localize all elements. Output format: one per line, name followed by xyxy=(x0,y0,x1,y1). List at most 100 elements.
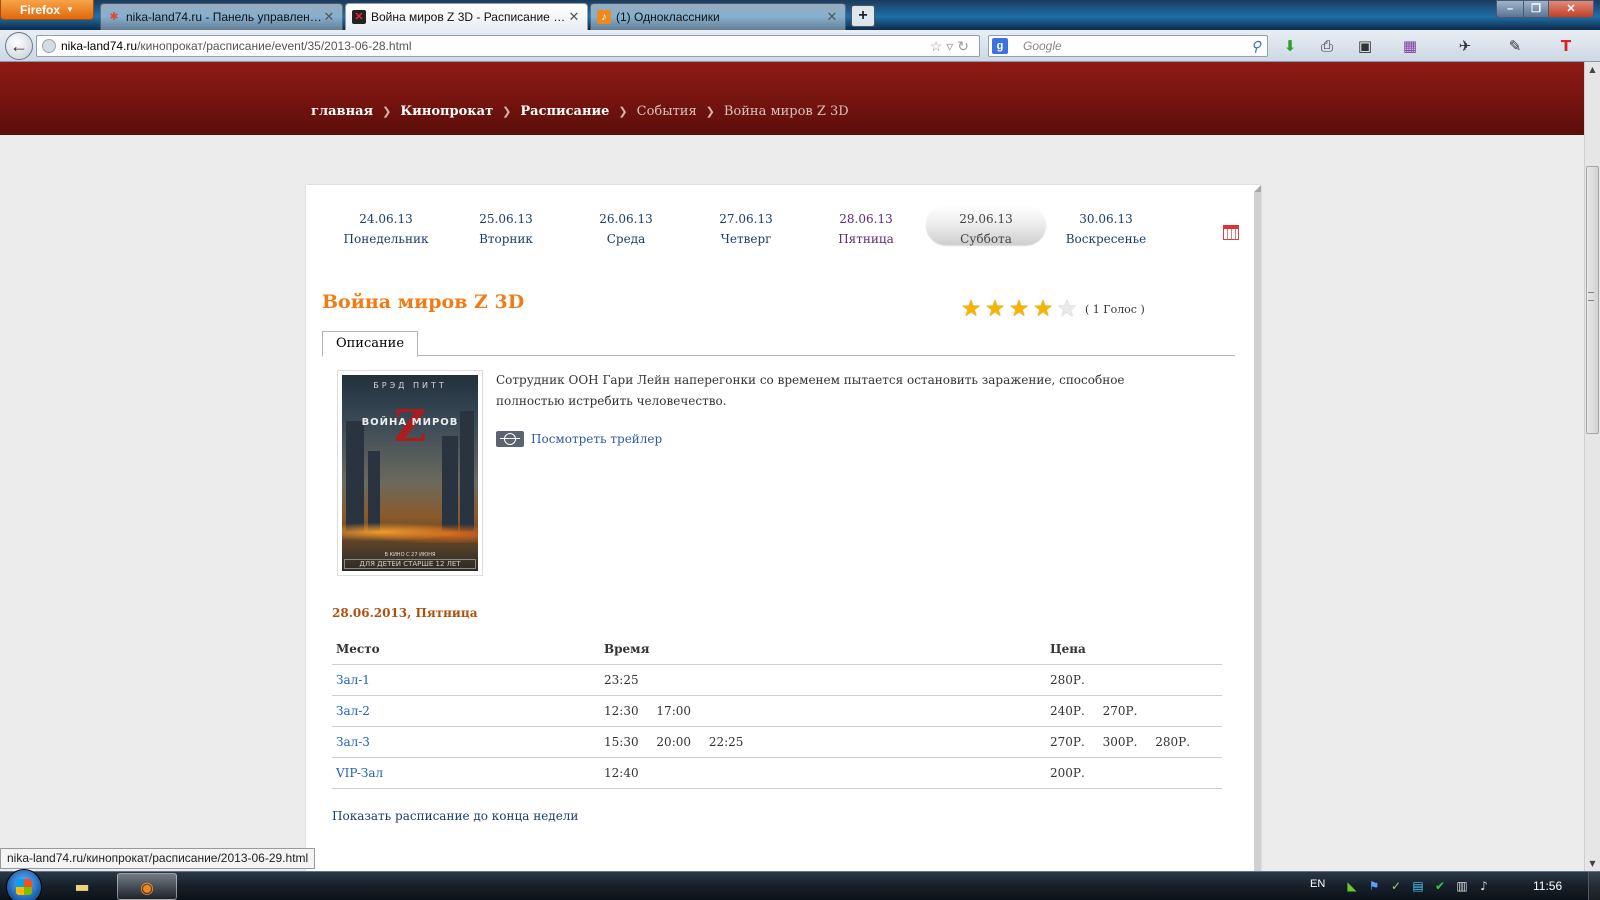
google-icon[interactable]: g xyxy=(992,38,1008,54)
addon-t-icon[interactable]: T xyxy=(1556,36,1576,56)
display-icon[interactable]: ▤ xyxy=(1411,879,1425,893)
day-date: 28.06.13 xyxy=(839,212,893,226)
poster-actor: БРЭД ПИТТ xyxy=(373,381,447,390)
site-identity-icon[interactable] xyxy=(42,39,56,53)
breadcrumb-home[interactable]: главная xyxy=(311,104,373,119)
hall-link[interactable]: Зал-3 xyxy=(336,735,370,749)
status-bar-url: nika-land74.ru/кинопрокат/расписание/201… xyxy=(0,848,316,869)
breadcrumb-events[interactable]: События xyxy=(637,104,697,119)
tab-description[interactable]: Описание xyxy=(322,331,418,357)
day-friday[interactable]: 28.06.13 Пятница xyxy=(806,205,926,246)
volume-icon[interactable]: ♪ xyxy=(1477,879,1491,893)
maximize-button[interactable]: ❐ xyxy=(1523,0,1549,18)
new-tab-button[interactable]: + xyxy=(851,5,875,27)
system-clock[interactable]: 11:56 xyxy=(1533,879,1562,893)
download-icon[interactable]: ⬇ xyxy=(1280,36,1300,56)
day-name: Вторник xyxy=(479,232,533,246)
star-filled-icon[interactable]: ★ xyxy=(1031,297,1055,321)
firefox-menu-label: Firefox xyxy=(20,2,61,17)
nvidia-icon[interactable]: ◣ xyxy=(1345,879,1359,893)
close-icon[interactable]: ✕ xyxy=(567,9,581,25)
poster-age-rating: ДЛЯ ДЕТЕЙ СТАРШЕ 12 ЛЕТ xyxy=(344,559,476,569)
hall-link[interactable]: Зал-1 xyxy=(336,673,370,687)
explorer-folder-icon[interactable]: ▬ xyxy=(52,873,112,900)
star-filled-icon[interactable]: ★ xyxy=(983,297,1007,321)
firefox-taskbar-icon[interactable]: ◉ xyxy=(117,873,177,900)
close-icon[interactable]: ✕ xyxy=(825,9,839,25)
movie-title: Война миров Z 3D xyxy=(322,291,525,313)
print-icon[interactable]: ⎙ xyxy=(1317,36,1337,56)
trailer-row[interactable]: Посмотреть трейлер xyxy=(496,431,662,447)
day-date: 30.06.13 xyxy=(1079,212,1133,226)
showtime: 12:30 xyxy=(604,703,639,718)
addon-satellite-icon[interactable]: ✈ xyxy=(1455,36,1475,56)
address-bar[interactable]: nika-land74.ru/кинопрокат/расписание/eve… xyxy=(36,35,980,57)
trailer-link[interactable]: Посмотреть трейлер xyxy=(531,432,662,446)
showtime: 20:00 xyxy=(656,734,692,749)
price: 270Р. xyxy=(1050,734,1085,749)
showtime: 12:40 xyxy=(604,765,639,780)
addon-grid-icon[interactable]: ▦ xyxy=(1400,36,1420,56)
content-panel: 24.06.13 Понедельник 25.06.13 Вторник 26… xyxy=(306,185,1261,871)
scroll-down-arrow-icon[interactable]: ▼ xyxy=(1585,856,1600,871)
breadcrumb-kinoprokat[interactable]: Кинопрокат xyxy=(400,104,493,119)
hall-link[interactable]: Зал-2 xyxy=(336,704,370,718)
search-input[interactable]: g Google ⚲ xyxy=(988,35,1268,57)
star-filled-icon[interactable]: ★ xyxy=(959,297,983,321)
url-host: nika-land74.ru xyxy=(61,39,138,53)
star-empty-icon[interactable]: ★ xyxy=(1055,297,1079,321)
day-saturday[interactable]: 29.06.13 Суббота xyxy=(926,205,1046,246)
poster-title: ВОЙНА МИРОВ xyxy=(361,417,459,428)
back-button[interactable]: ← xyxy=(5,32,33,60)
page-scrollbar[interactable]: ▲ ▼ xyxy=(1584,62,1600,871)
column-header-price: Цена xyxy=(1046,634,1222,665)
bookmark-star-icon[interactable]: ☆▿↻ xyxy=(930,36,973,56)
day-monday[interactable]: 24.06.13 Понедельник xyxy=(326,205,446,246)
windows-logo-icon xyxy=(16,879,32,895)
chevron-right-icon: ❯ xyxy=(705,105,715,118)
showtime: 17:00 xyxy=(656,703,692,718)
film-reel-icon[interactable] xyxy=(496,431,524,447)
day-date: 25.06.13 xyxy=(479,212,533,226)
close-icon[interactable]: ✕ xyxy=(322,9,336,25)
show-week-schedule-link[interactable]: Показать расписание до конца недели xyxy=(332,809,578,823)
day-tuesday[interactable]: 25.06.13 Вторник xyxy=(446,205,566,246)
poster-image: БРЭД ПИТТ Z ВОЙНА МИРОВ В КИНО С 27 ИЮНЯ… xyxy=(342,375,478,571)
show-desktop-button[interactable] xyxy=(1588,872,1600,900)
start-button[interactable] xyxy=(6,869,42,900)
day-thursday[interactable]: 27.06.13 Четверг xyxy=(686,205,806,246)
calendar-icon[interactable] xyxy=(1223,225,1239,240)
movie-poster: БРЭД ПИТТ Z ВОЙНА МИРОВ В КИНО С 27 ИЮНЯ… xyxy=(337,370,483,576)
schedule-table: Место Время Цена Зал-1 23:25 280Р. Зал-2… xyxy=(332,634,1222,789)
tab-odnoklassniki[interactable]: ♪ (1) Одноклассники ✕ xyxy=(590,3,846,30)
price: 270Р. xyxy=(1102,703,1138,718)
chevron-down-icon: ▼ xyxy=(66,5,74,14)
day-date: 24.06.13 xyxy=(359,212,413,226)
tools-icon[interactable]: ✎ xyxy=(1505,36,1525,56)
device-icon[interactable]: ✓ xyxy=(1389,879,1403,893)
day-date: 27.06.13 xyxy=(719,212,773,226)
table-row: Зал-2 12:30 17:00 240Р. 270Р. xyxy=(332,695,1222,727)
breadcrumb-schedule[interactable]: Расписание xyxy=(520,104,609,119)
star-filled-icon[interactable]: ★ xyxy=(1007,297,1031,321)
day-sunday[interactable]: 30.06.13 Воскресенье xyxy=(1046,205,1166,246)
flag-icon[interactable]: ⚑ xyxy=(1367,879,1381,893)
hall-link[interactable]: VIP-Зал xyxy=(336,766,383,780)
star-rating[interactable]: ★ ★ ★ ★ ★ ( 1 Голос ) xyxy=(959,297,1145,321)
firefox-menu-button[interactable]: Firefox ▼ xyxy=(0,0,94,20)
day-date: 26.06.13 xyxy=(599,212,653,226)
network-icon[interactable]: ▥ xyxy=(1455,879,1469,893)
close-window-button[interactable]: ✕ xyxy=(1548,0,1594,18)
language-indicator[interactable]: EN xyxy=(1310,878,1325,890)
minimize-button[interactable]: – xyxy=(1496,0,1524,18)
column-header-place: Место xyxy=(332,634,600,665)
scroll-up-arrow-icon[interactable]: ▲ xyxy=(1585,62,1600,77)
security-check-icon[interactable]: ✔ xyxy=(1433,879,1447,893)
scroll-grip-icon xyxy=(1588,292,1594,301)
tab-schedule[interactable]: ✕ Война миров Z 3D - Расписание - ni... … xyxy=(345,3,588,30)
site-header: главная ❯ Кинопрокат ❯ Расписание ❯ Собы… xyxy=(0,62,1584,135)
bookmarks-icon[interactable]: ▣ xyxy=(1355,36,1375,56)
day-wednesday[interactable]: 26.06.13 Среда xyxy=(566,205,686,246)
tab-admin-panel[interactable]: ✱ nika-land74.ru - Панель управления... … xyxy=(100,3,343,30)
search-icon[interactable]: ⚲ xyxy=(1251,36,1261,56)
